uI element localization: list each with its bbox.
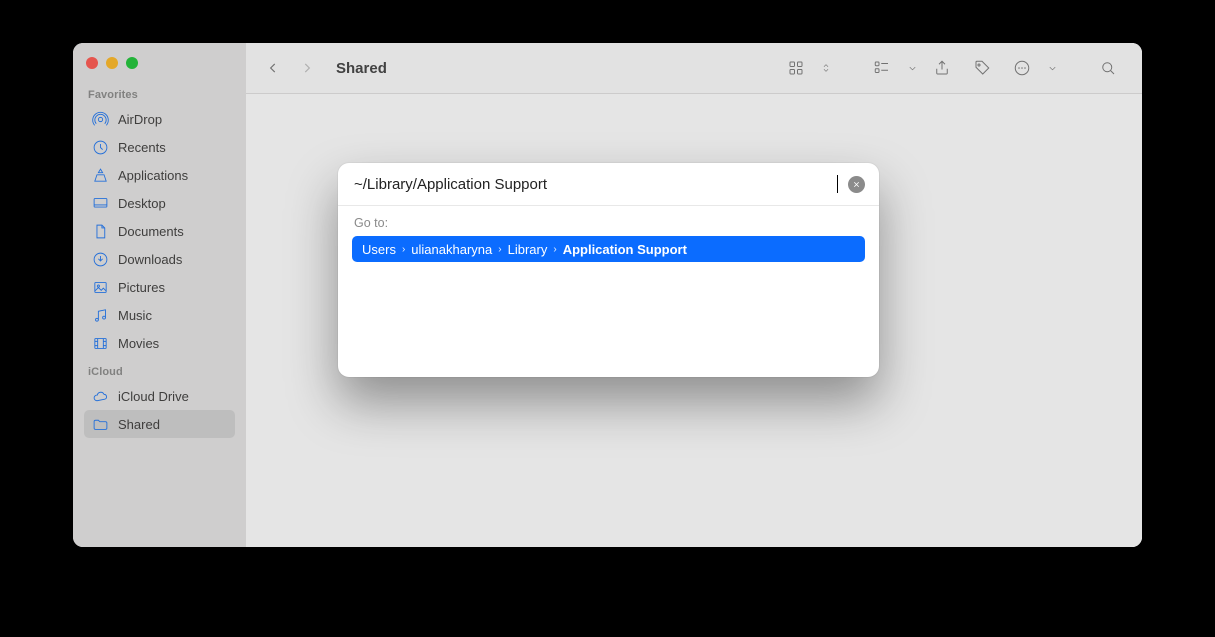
cloud-icon bbox=[92, 388, 109, 405]
document-icon bbox=[92, 223, 109, 240]
goto-result-row[interactable]: Users › ulianakharyna › Library › Applic… bbox=[352, 236, 865, 262]
chevron-right-icon: › bbox=[402, 244, 405, 255]
sidebar-item-recents[interactable]: Recents bbox=[84, 133, 235, 161]
clock-icon bbox=[92, 139, 109, 156]
sidebar-item-label: Music bbox=[118, 308, 152, 323]
music-icon bbox=[92, 307, 109, 324]
sidebar-item-shared[interactable]: Shared bbox=[84, 410, 235, 438]
sidebar-item-label: Movies bbox=[118, 336, 159, 351]
sidebar-item-label: iCloud Drive bbox=[118, 389, 189, 404]
breadcrumb-segment: ulianakharyna bbox=[411, 242, 492, 257]
sidebar-item-label: Desktop bbox=[118, 196, 166, 211]
desktop-icon bbox=[92, 195, 109, 212]
sidebar-item-airdrop[interactable]: AirDrop bbox=[84, 105, 235, 133]
window-title: Shared bbox=[336, 60, 387, 77]
fullscreen-window[interactable] bbox=[126, 57, 138, 69]
window-controls bbox=[86, 57, 235, 69]
sidebar-section-favorites: Favorites bbox=[88, 89, 235, 101]
goto-input-row bbox=[338, 163, 879, 206]
forward-button[interactable] bbox=[292, 53, 322, 83]
goto-folder-sheet: Go to: Users › ulianakharyna › Library ›… bbox=[338, 163, 879, 377]
sidebar-item-label: Pictures bbox=[118, 280, 165, 295]
sidebar-item-music[interactable]: Music bbox=[84, 301, 235, 329]
share-button[interactable] bbox=[924, 53, 960, 83]
minimize-window[interactable] bbox=[106, 57, 118, 69]
toolbar: Shared bbox=[246, 43, 1142, 94]
sidebar-item-movies[interactable]: Movies bbox=[84, 329, 235, 357]
goto-path-input[interactable] bbox=[354, 176, 836, 193]
airdrop-icon bbox=[92, 111, 109, 128]
sidebar-item-pictures[interactable]: Pictures bbox=[84, 273, 235, 301]
sidebar: Favorites AirDrop Recents Applications D… bbox=[73, 43, 246, 547]
applications-icon bbox=[92, 167, 109, 184]
sidebar-item-label: AirDrop bbox=[118, 112, 162, 127]
download-icon bbox=[92, 251, 109, 268]
sidebar-item-label: Shared bbox=[118, 417, 160, 432]
sidebar-item-desktop[interactable]: Desktop bbox=[84, 189, 235, 217]
breadcrumb-segment-final: Application Support bbox=[563, 242, 687, 257]
clear-input-button[interactable] bbox=[848, 176, 865, 193]
tags-button[interactable] bbox=[964, 53, 1000, 83]
sidebar-item-label: Applications bbox=[118, 168, 188, 183]
breadcrumb-segment: Users bbox=[362, 242, 396, 257]
view-mode-button[interactable] bbox=[778, 53, 814, 83]
sidebar-section-icloud: iCloud bbox=[88, 366, 235, 378]
group-by-chevron[interactable] bbox=[904, 53, 920, 83]
sidebar-item-label: Recents bbox=[118, 140, 166, 155]
close-window[interactable] bbox=[86, 57, 98, 69]
chevron-right-icon: › bbox=[553, 244, 556, 255]
sidebar-item-downloads[interactable]: Downloads bbox=[84, 245, 235, 273]
search-button[interactable] bbox=[1090, 53, 1126, 83]
sidebar-item-iclouddrive[interactable]: iCloud Drive bbox=[84, 382, 235, 410]
breadcrumb-segment: Library bbox=[508, 242, 548, 257]
shared-folder-icon bbox=[92, 416, 109, 433]
sidebar-item-label: Documents bbox=[118, 224, 184, 239]
sidebar-item-documents[interactable]: Documents bbox=[84, 217, 235, 245]
sidebar-item-label: Downloads bbox=[118, 252, 182, 267]
text-caret bbox=[837, 175, 838, 193]
chevron-right-icon: › bbox=[498, 244, 501, 255]
film-icon bbox=[92, 335, 109, 352]
back-button[interactable] bbox=[258, 53, 288, 83]
goto-label: Go to: bbox=[354, 216, 865, 230]
sidebar-item-applications[interactable]: Applications bbox=[84, 161, 235, 189]
actions-chevron[interactable] bbox=[1044, 53, 1060, 83]
view-mode-stepper[interactable] bbox=[818, 53, 834, 83]
actions-button[interactable] bbox=[1004, 53, 1040, 83]
image-icon bbox=[92, 279, 109, 296]
group-by-button[interactable] bbox=[864, 53, 900, 83]
